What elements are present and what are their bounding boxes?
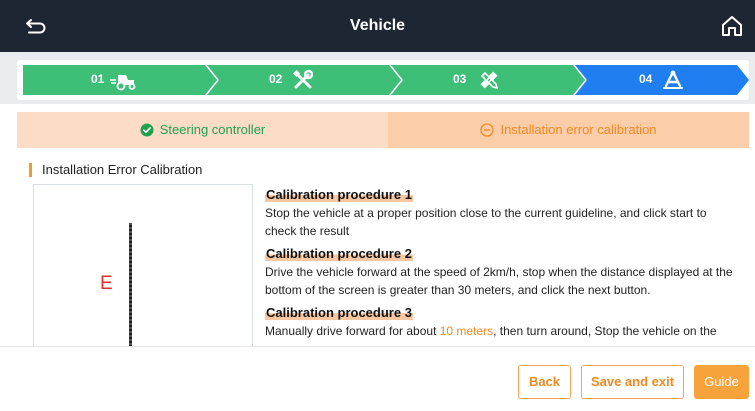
- tab-calibration-label: Installation error calibration: [500, 122, 657, 137]
- section-title: Installation Error Calibration: [29, 162, 202, 178]
- step-01[interactable]: 01: [23, 65, 217, 95]
- steps-frame: 01 02 03 04: [17, 60, 749, 100]
- page-title: Vehicle: [349, 17, 406, 34]
- step-04-number: 04: [639, 72, 653, 86]
- tractor-icon: [109, 68, 136, 92]
- steps-bar: 01 02 03 04: [0, 52, 755, 104]
- back-button[interactable]: Back: [518, 365, 571, 399]
- procedure-1-text: Stop the vehicle at a proper position cl…: [265, 206, 707, 238]
- calibration-tabs: Steering controller Installation error c…: [17, 112, 749, 148]
- calibration-icon: [661, 68, 687, 92]
- step-02[interactable]: 02: [207, 65, 401, 95]
- procedure-list: Calibration procedure 1 Stop the vehicle…: [265, 184, 735, 344]
- procedure-3-highlight: 10 meters: [439, 324, 494, 338]
- home-icon[interactable]: [719, 13, 745, 39]
- procedure-3-text-before: Manually drive forward for about: [265, 324, 440, 338]
- tab-steering-label: Steering controller: [159, 122, 266, 137]
- guideline: [129, 223, 132, 347]
- procedure-3-title: Calibration procedure 3: [265, 305, 413, 320]
- check-circle-icon: [140, 123, 154, 137]
- top-bar: Vehicle: [0, 0, 755, 52]
- save-and-exit-button[interactable]: Save and exit: [581, 365, 684, 399]
- step-02-number: 02: [269, 72, 283, 86]
- tab-installation-error-calibration[interactable]: Installation error calibration: [388, 112, 749, 148]
- calibration-preview: E: [33, 184, 253, 347]
- step-03-number: 03: [453, 72, 467, 86]
- tools-icon: [291, 68, 317, 92]
- procedure-1-title: Calibration procedure 1: [265, 187, 413, 202]
- minus-circle-icon: [480, 123, 495, 137]
- step-04[interactable]: 04: [575, 65, 749, 95]
- preview-letter: E: [100, 273, 113, 294]
- procedure-2-title: Calibration procedure 2: [265, 246, 413, 261]
- bottom-bar: Back Save and exit Guide: [0, 346, 755, 411]
- procedure-2-text: Drive the vehicle forward at the speed o…: [265, 265, 733, 297]
- guide-button[interactable]: Guide: [694, 365, 749, 399]
- step-01-number: 01: [91, 72, 105, 86]
- ruler-pencil-icon: [477, 68, 503, 92]
- step-03[interactable]: 03: [391, 65, 585, 95]
- tab-steering-controller[interactable]: Steering controller: [17, 112, 388, 148]
- procedure-3-text: Manually drive forward for about 10 mete…: [265, 322, 735, 344]
